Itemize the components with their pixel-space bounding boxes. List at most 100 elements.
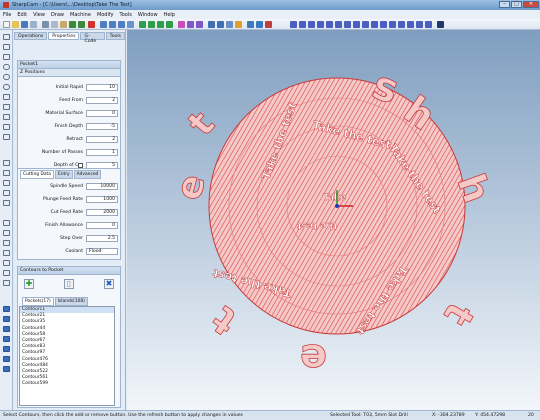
star-tool-icon[interactable] xyxy=(3,180,10,186)
cut-feed-input[interactable]: 2000 xyxy=(86,209,118,216)
view-iso-icon[interactable] xyxy=(166,21,173,28)
menu-machine[interactable]: Machine xyxy=(70,12,91,18)
spindle-speed-input[interactable]: 10000 xyxy=(86,183,118,190)
zoom-in-icon[interactable] xyxy=(109,21,116,28)
redo-icon[interactable] xyxy=(78,21,85,28)
minimize-button[interactable]: – xyxy=(499,1,510,8)
grid-icon[interactable] xyxy=(208,21,215,28)
move-icon[interactable] xyxy=(299,21,306,28)
plunge-feed-input[interactable]: 1000 xyxy=(86,196,118,203)
face-op-icon[interactable] xyxy=(3,346,10,352)
fillet-icon[interactable] xyxy=(362,21,369,28)
offset-tool-icon[interactable] xyxy=(3,190,10,196)
menu-modify[interactable]: Modify xyxy=(97,12,114,18)
initial-rapid-input[interactable]: 10 xyxy=(86,84,118,91)
shade-icon[interactable] xyxy=(178,21,185,28)
circle-tool-icon[interactable] xyxy=(3,64,10,70)
menu-file[interactable]: File xyxy=(3,12,11,18)
tab-pockets[interactable]: Pockets(17) xyxy=(22,297,54,306)
measure-tool-icon[interactable] xyxy=(3,220,10,226)
pointer-tool-icon[interactable] xyxy=(3,34,10,40)
view-front-icon[interactable] xyxy=(148,21,155,28)
tab-entry[interactable]: Entry xyxy=(54,170,73,179)
feed-from-input[interactable]: 2 xyxy=(86,97,118,104)
cad-viewport[interactable]: s h h t e t e t Take the test Take the t… xyxy=(127,30,540,410)
measure-icon[interactable] xyxy=(247,21,254,28)
point-tool-icon[interactable] xyxy=(3,160,10,166)
undo-icon[interactable] xyxy=(69,21,76,28)
tab-properties[interactable]: Properties xyxy=(48,32,80,40)
dimension-icon[interactable] xyxy=(256,21,263,28)
coolant-select[interactable]: Flood xyxy=(86,248,118,255)
open-folder-icon[interactable] xyxy=(12,21,19,28)
menu-draw[interactable]: Draw xyxy=(51,12,64,18)
list-item[interactable]: Contour599 xyxy=(20,381,114,387)
extend-icon[interactable] xyxy=(353,21,360,28)
tab-tools[interactable]: Tools xyxy=(105,32,125,40)
menu-view[interactable]: View xyxy=(33,12,45,18)
hatch-tool-icon[interactable] xyxy=(3,200,10,206)
snap-end-tool-icon[interactable] xyxy=(3,260,10,266)
group-icon[interactable] xyxy=(416,21,423,28)
text-tool-icon[interactable] xyxy=(3,134,10,140)
cut-icon[interactable] xyxy=(42,21,49,28)
rotate-icon[interactable] xyxy=(308,21,315,28)
snap-nearest-tool-icon[interactable] xyxy=(3,280,10,286)
rectangle-tool-icon[interactable] xyxy=(3,94,10,100)
polygon-tool-icon[interactable] xyxy=(3,104,10,110)
menu-window[interactable]: Window xyxy=(138,12,158,18)
paste-icon[interactable] xyxy=(60,21,67,28)
menu-edit[interactable]: Edit xyxy=(17,12,27,18)
passes-input[interactable]: 1 xyxy=(86,149,118,156)
snap-center-tool-icon[interactable] xyxy=(3,240,10,246)
refresh-contour-button[interactable]: ✖ xyxy=(104,279,114,289)
wireframe-icon[interactable] xyxy=(187,21,194,28)
zoom-extents-icon[interactable] xyxy=(127,21,134,28)
menu-tools[interactable]: Tools xyxy=(120,12,132,18)
slot-tool-icon[interactable] xyxy=(3,170,10,176)
remove-contour-button[interactable]: ▯ xyxy=(64,279,74,289)
finish-depth-input[interactable]: -5 xyxy=(86,123,118,130)
select-icon[interactable] xyxy=(290,21,297,28)
join-icon[interactable] xyxy=(380,21,387,28)
post-process-icon[interactable] xyxy=(437,21,444,28)
zoom-out-icon[interactable] xyxy=(118,21,125,28)
material-surface-input[interactable]: 0 xyxy=(86,110,118,117)
step-over-input[interactable]: 2.5 xyxy=(86,235,118,242)
copy-icon[interactable] xyxy=(51,21,58,28)
contour-list[interactable]: Contour11 Contour21 Contour35 Contour44 … xyxy=(19,306,115,406)
menu-help[interactable]: Help xyxy=(164,12,175,18)
snap-icon[interactable] xyxy=(217,21,224,28)
thread-op-icon[interactable] xyxy=(3,356,10,362)
retract-input[interactable]: 2 xyxy=(86,136,118,143)
maximize-button[interactable]: □ xyxy=(511,1,522,8)
chamfer-icon[interactable] xyxy=(371,21,378,28)
view-side-icon[interactable] xyxy=(157,21,164,28)
trim-icon[interactable] xyxy=(344,21,351,28)
add-contour-button[interactable]: ✚ xyxy=(24,279,34,289)
break-icon[interactable] xyxy=(389,21,396,28)
snap-grid-tool-icon[interactable] xyxy=(3,270,10,276)
tab-gcode[interactable]: G-Code xyxy=(80,32,105,44)
new-file-icon[interactable] xyxy=(3,21,10,28)
line-tool-icon[interactable] xyxy=(3,44,10,50)
engrave-op-icon[interactable] xyxy=(3,336,10,342)
delete-icon[interactable] xyxy=(88,21,95,28)
view-top-icon[interactable] xyxy=(139,21,146,28)
spline-tool-icon[interactable] xyxy=(3,114,10,120)
tab-operations[interactable]: Operations xyxy=(14,32,48,40)
settings-icon[interactable] xyxy=(235,21,242,28)
print-icon[interactable] xyxy=(30,21,37,28)
profile-op-icon[interactable] xyxy=(3,316,10,322)
close-button[interactable]: ✕ xyxy=(523,1,539,8)
arc-tool-icon[interactable] xyxy=(3,74,10,80)
ellipse-tool-icon[interactable] xyxy=(3,84,10,90)
array-icon[interactable] xyxy=(398,21,405,28)
drill-op-icon[interactable] xyxy=(3,306,10,312)
bezier-tool-icon[interactable] xyxy=(3,124,10,130)
layers-icon[interactable] xyxy=(226,21,233,28)
render-icon[interactable] xyxy=(196,21,203,28)
polyline-tool-icon[interactable] xyxy=(3,54,10,60)
mirror-icon[interactable] xyxy=(326,21,333,28)
scale-icon[interactable] xyxy=(317,21,324,28)
